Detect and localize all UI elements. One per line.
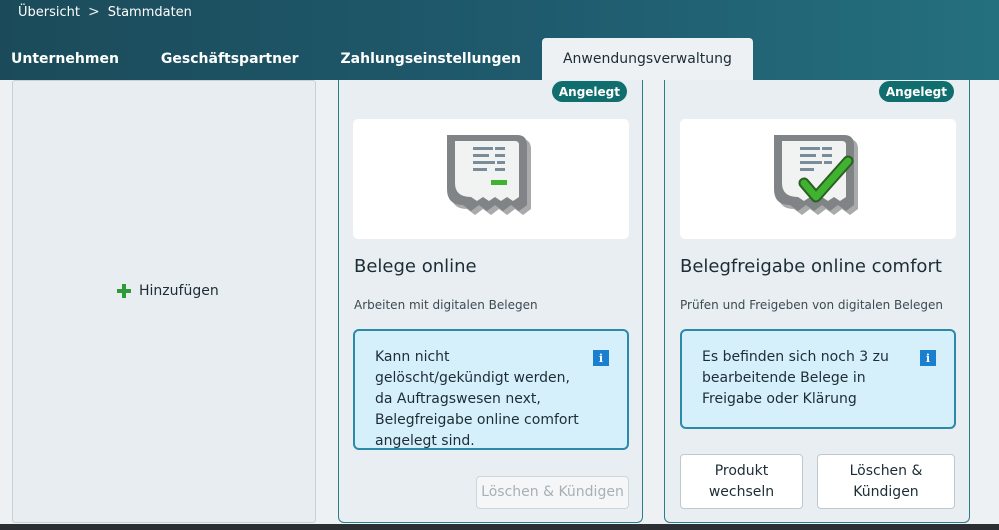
app-card-belege-online: Angelegt Belege online Arbeiten mit digi… [338,80,643,523]
add-application-label: Hinzufügen [139,283,219,299]
tab-bar: Unternehmen Geschäftspartner Zahlungsein… [0,38,753,80]
info-message-text: Kann nicht gelöscht/gekündigt werden, da… [375,349,579,449]
app-image [680,119,956,239]
info-message: Kann nicht gelöscht/gekündigt werden, da… [353,329,629,450]
add-application-button[interactable]: Hinzufügen [117,283,219,299]
app-subtitle: Arbeiten mit digitalen Belegen [354,298,538,312]
delete-cancel-button[interactable]: Löschen & Kündigen [817,454,955,509]
status-badge: Angelegt [551,81,627,102]
window-bottom-edge [0,524,999,530]
info-message-text: Es befinden sich noch 3 zu bearbeitende … [702,349,889,407]
breadcrumb-overview-link[interactable]: Übersicht [18,5,80,20]
app-subtitle: Prüfen und Freigeben von digitalen Beleg… [680,298,943,312]
app-header: Übersicht > Stammdaten Unternehmen Gesch… [0,0,999,80]
receipt-icon [447,135,531,215]
app-image [353,119,629,239]
change-product-button[interactable]: Produkt wechseln [680,454,803,509]
tab-zahlungseinstellungen[interactable]: Zahlungseinstellungen [320,38,542,80]
info-icon[interactable]: i [593,350,609,366]
breadcrumb-separator: > [87,4,100,20]
info-message: Es befinden sich noch 3 zu bearbeitende … [680,329,956,429]
receipt-approved-icon [774,135,858,215]
plus-icon [117,284,131,298]
tab-anwendungsverwaltung[interactable]: Anwendungsverwaltung [541,38,753,80]
status-badge: Angelegt [878,81,954,102]
add-application-card[interactable]: Hinzufügen [12,80,316,523]
app-card-belegfreigabe-online-comfort: Angelegt Belegfreigabe online comfort Pr… [664,80,970,523]
tab-geschaeftspartner[interactable]: Geschäftspartner [140,38,320,80]
tab-unternehmen[interactable]: Unternehmen [0,38,140,80]
delete-cancel-button[interactable]: Löschen & Kündigen [476,476,629,509]
breadcrumb: Übersicht > Stammdaten [18,4,192,20]
breadcrumb-current: Stammdaten [107,4,192,20]
info-icon[interactable]: i [920,350,936,366]
app-title: Belegfreigabe online comfort [680,256,942,277]
app-title: Belege online [354,256,477,277]
